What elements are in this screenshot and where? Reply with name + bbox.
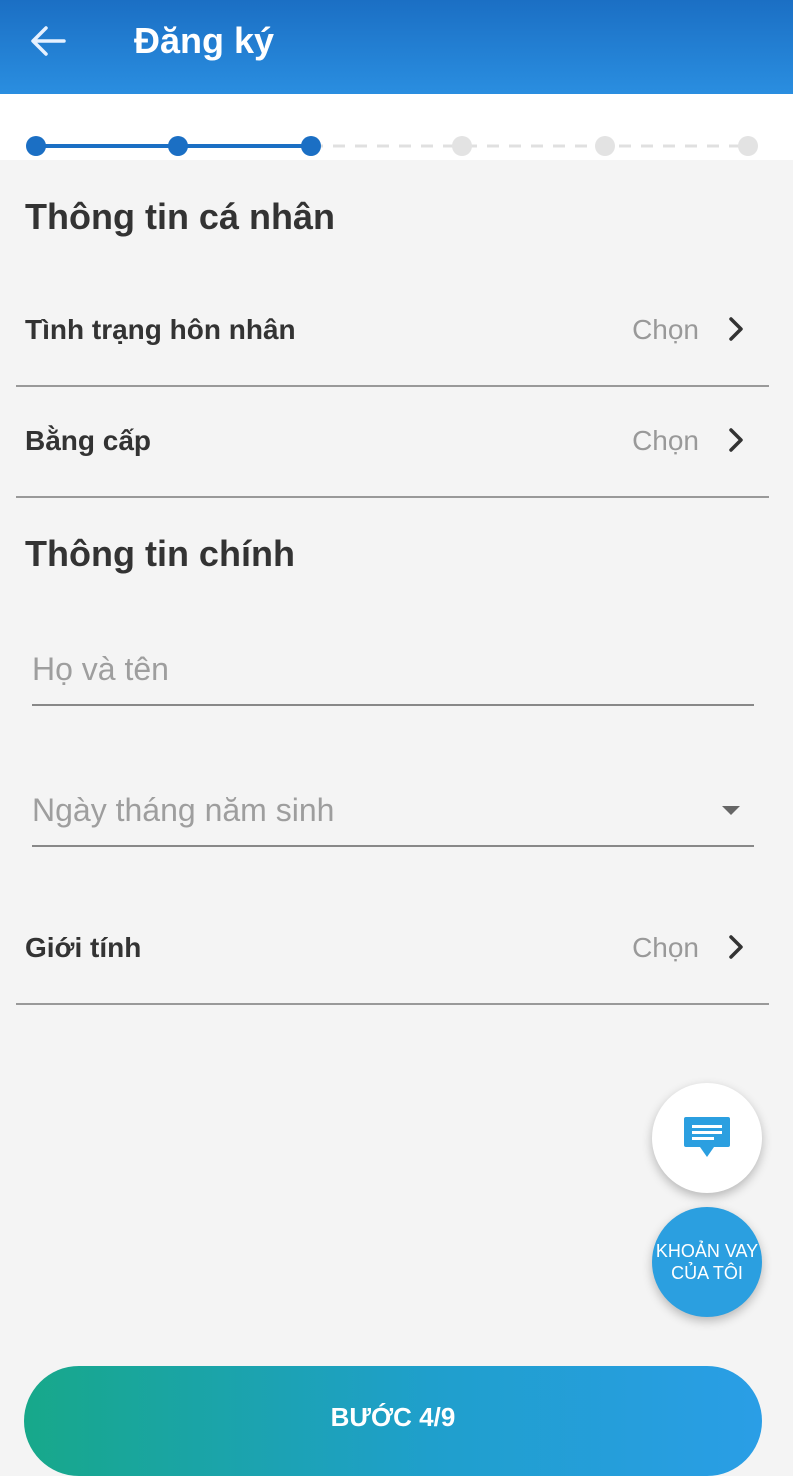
birth-date-input[interactable] xyxy=(32,775,754,845)
stepper-dot-completed xyxy=(168,136,188,156)
chevron-right-icon xyxy=(729,428,743,452)
degree-selector[interactable]: Bằng cấp Chọn xyxy=(16,386,769,498)
my-loans-button[interactable]: KHOẢN VAY CỦA TÔI xyxy=(652,1207,762,1317)
degree-value: Chọn xyxy=(632,425,699,456)
chevron-right-icon xyxy=(729,317,743,341)
section-title-personal: Thông tin cá nhân xyxy=(25,196,335,237)
degree-label: Bằng cấp xyxy=(25,425,152,456)
chevron-right-icon xyxy=(729,935,743,959)
marital-status-selector[interactable]: Tình trạng hôn nhân Chọn xyxy=(16,275,769,387)
gender-label: Giới tính xyxy=(25,932,142,963)
arrow-left-icon xyxy=(31,26,66,56)
progress-stepper xyxy=(0,94,793,160)
full-name-field xyxy=(32,634,754,706)
gender-selector[interactable]: Giới tính Chọn xyxy=(16,893,769,1005)
back-button[interactable] xyxy=(22,18,74,64)
stepper-dot-pending xyxy=(452,136,472,156)
next-step-button[interactable]: BƯỚC 4/9 xyxy=(24,1366,762,1476)
stepper-dot-pending xyxy=(595,136,615,156)
birth-date-field[interactable] xyxy=(32,775,754,847)
full-name-input[interactable] xyxy=(32,634,754,704)
section-title-main: Thông tin chính xyxy=(25,533,295,574)
my-loans-label-line2: CỦA TÔI xyxy=(671,1263,743,1283)
chat-message-icon xyxy=(684,1117,730,1157)
stepper-dot-pending xyxy=(738,136,758,156)
chat-button[interactable] xyxy=(652,1083,762,1193)
marital-status-value: Chọn xyxy=(632,314,699,345)
my-loans-label-line1: KHOẢN VAY xyxy=(655,1241,759,1261)
next-step-label: BƯỚC 4/9 xyxy=(330,1401,456,1432)
stepper-dot-current xyxy=(301,136,321,156)
stepper-dot-completed xyxy=(26,136,46,156)
app-bar: Đăng ký xyxy=(0,0,793,94)
gender-value: Chọn xyxy=(632,932,699,963)
marital-status-label: Tình trạng hôn nhân xyxy=(25,314,296,345)
dropdown-arrow-icon xyxy=(722,806,740,815)
page-title: Đăng ký xyxy=(134,20,275,61)
